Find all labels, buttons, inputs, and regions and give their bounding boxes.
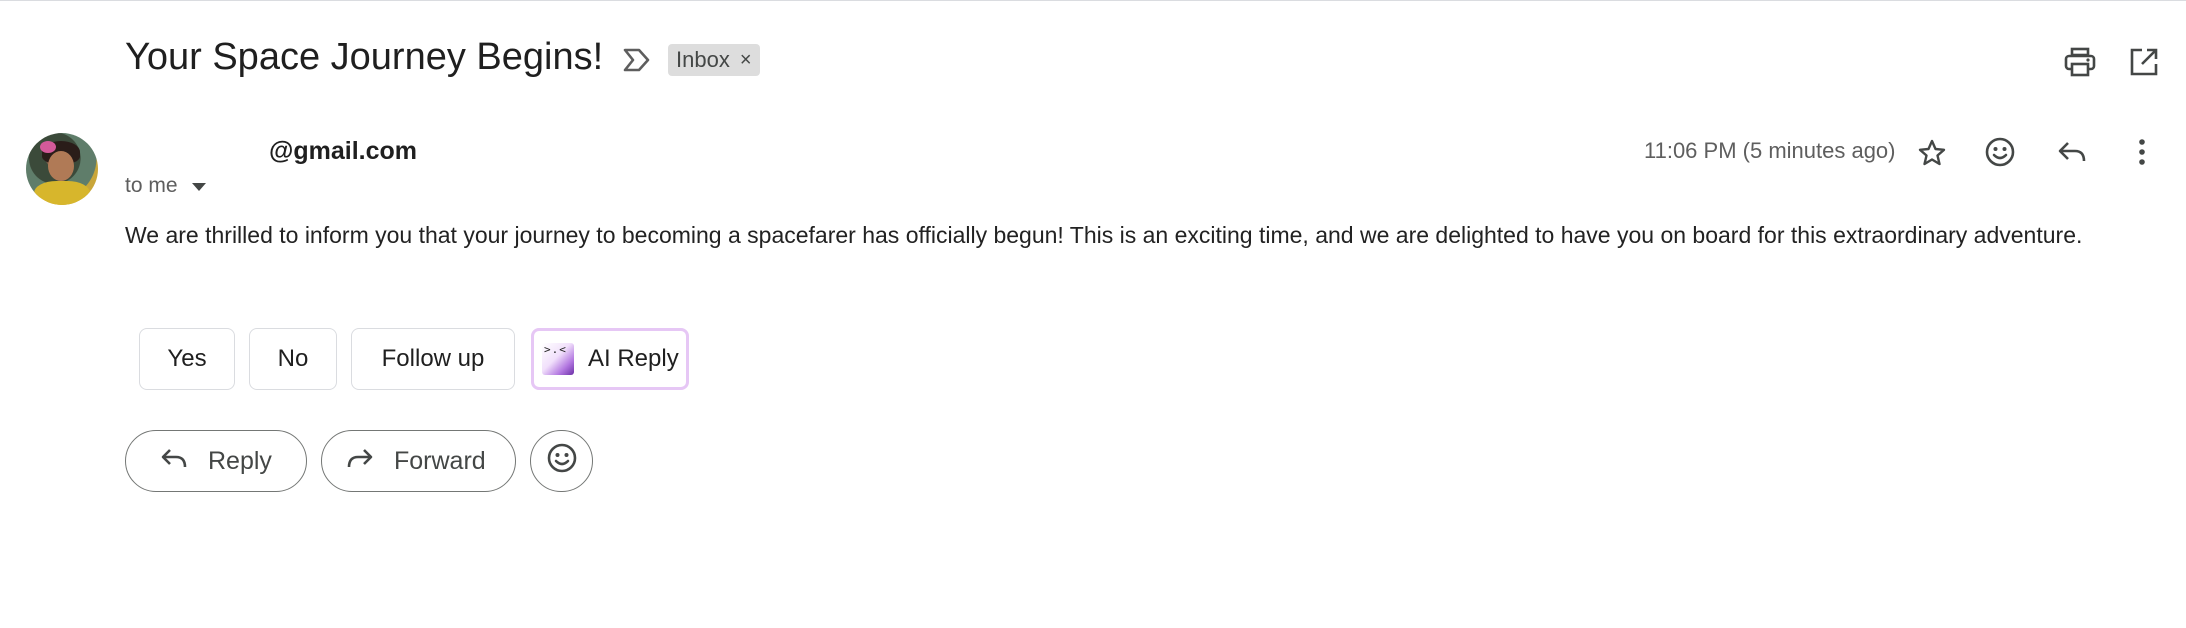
sender-email: @gmail.com xyxy=(269,137,418,165)
reply-label: Reply xyxy=(208,446,272,475)
ai-logo-face: >.< xyxy=(544,343,567,356)
forward-label: Forward xyxy=(394,446,486,475)
top-divider xyxy=(0,0,2186,1)
reply-button[interactable]: Reply xyxy=(125,430,307,492)
inbox-label-chip: Inbox × xyxy=(668,44,760,76)
emoji-icon[interactable] xyxy=(1980,132,2020,172)
emoji-reaction-button[interactable] xyxy=(530,430,593,492)
smart-reply-no[interactable]: No xyxy=(249,328,337,390)
ai-reply-button[interactable]: >.< AI Reply xyxy=(531,328,689,390)
reply-arrow-icon xyxy=(160,446,188,477)
star-icon[interactable] xyxy=(1912,133,1952,173)
forward-button[interactable]: Forward xyxy=(321,430,516,492)
open-in-new-window-icon[interactable] xyxy=(2124,42,2164,82)
email-body: We are thrilled to inform you that your … xyxy=(125,222,2083,248)
recipient-details-toggle[interactable]: to me xyxy=(125,174,206,198)
email-subject: Your Space Journey Begins! xyxy=(125,36,604,78)
inbox-label-text: Inbox xyxy=(676,47,730,72)
sender-avatar[interactable] xyxy=(26,133,98,205)
recipient-text: to me xyxy=(125,174,178,197)
more-vertical-icon[interactable] xyxy=(2122,132,2162,172)
ai-reply-logo-icon: >.< xyxy=(542,343,574,375)
smart-reply-yes[interactable]: Yes xyxy=(139,328,235,390)
caret-down-icon xyxy=(191,183,206,191)
print-icon[interactable] xyxy=(2060,42,2100,82)
message-timestamp: 11:06 PM (5 minutes ago) xyxy=(1644,138,1896,163)
emoji-reaction-icon xyxy=(546,442,578,481)
forward-arrow-icon xyxy=(346,446,374,477)
reply-icon[interactable] xyxy=(2052,132,2092,172)
smart-reply-follow-up[interactable]: Follow up xyxy=(351,328,515,390)
ai-reply-label: AI Reply xyxy=(588,345,679,372)
label-icon[interactable] xyxy=(621,47,653,73)
remove-label-button[interactable]: × xyxy=(740,49,752,72)
